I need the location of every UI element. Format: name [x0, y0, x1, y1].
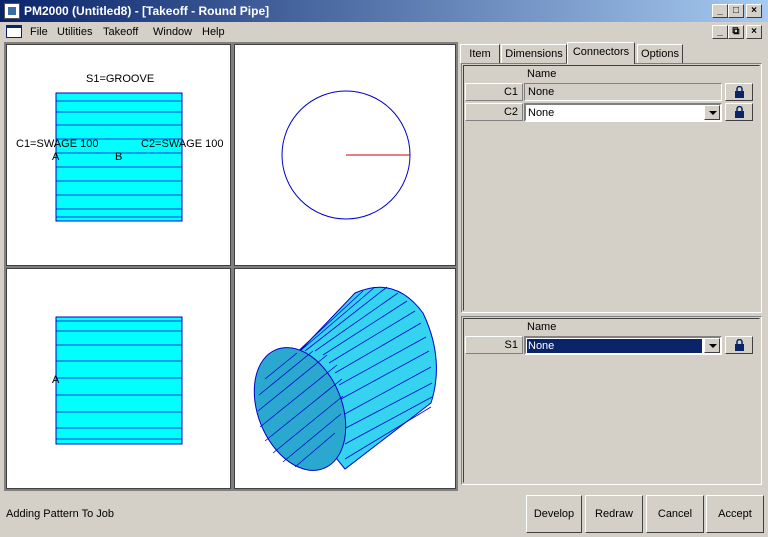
connector-row-label-c1: C1: [465, 83, 523, 101]
seam-s1-value: None: [527, 339, 702, 353]
lock-icon: [735, 86, 744, 98]
chevron-down-icon[interactable]: [704, 338, 720, 353]
document-icon[interactable]: [6, 25, 22, 38]
maximize-button[interactable]: □: [728, 4, 744, 18]
accept-button[interactable]: Accept: [706, 495, 764, 533]
menu-bar: File Utilities Takeoff Window Help _ ⧉ ×: [0, 22, 768, 42]
child-restore-button[interactable]: ⧉: [728, 25, 744, 39]
lock-icon: [735, 106, 744, 118]
side-point-a-label: A: [52, 374, 60, 386]
connectors-panel-inner: [463, 65, 760, 311]
status-bar: Adding Pattern To Job: [0, 493, 524, 537]
end-view-pane[interactable]: [234, 44, 456, 266]
s1-label: S1=GROOVE: [86, 73, 155, 85]
menu-window[interactable]: Window: [151, 22, 194, 42]
seams-name-header: Name: [527, 321, 557, 333]
front-view-pane[interactable]: S1=GROOVE C1=SWAGE 100 C2=SWAGE 100 A B: [6, 44, 231, 266]
drawing-area: S1=GROOVE C1=SWAGE 100 C2=SWAGE 100 A B: [4, 42, 458, 491]
redraw-button[interactable]: Redraw: [585, 495, 643, 533]
point-a-label: A: [52, 151, 60, 163]
menu-takeoff[interactable]: Takeoff: [101, 22, 140, 42]
connector-c1-lock-button[interactable]: [725, 83, 753, 101]
menu-utilities[interactable]: Utilities: [55, 22, 94, 42]
title-bar: PM2000 (Untitled8) - [Takeoff - Round Pi…: [0, 0, 768, 22]
connectors-name-header: Name: [527, 68, 557, 80]
property-tabs: Item Dimensions Connectors Options: [459, 42, 764, 64]
seams-panel: Name S1 None: [461, 316, 762, 485]
side-pipe-body: [55, 316, 183, 445]
seam-s1-lock-button[interactable]: [725, 336, 753, 354]
minimize-button[interactable]: _: [712, 4, 728, 18]
c2-label: C2=SWAGE 100: [141, 138, 224, 150]
child-minimize-button[interactable]: _: [712, 25, 728, 39]
tab-item[interactable]: Item: [460, 44, 500, 63]
develop-button[interactable]: Develop: [526, 495, 582, 533]
c1-label: C1=SWAGE 100: [16, 138, 99, 150]
menu-file[interactable]: File: [28, 22, 50, 42]
tab-dimensions[interactable]: Dimensions: [501, 44, 567, 63]
tab-connectors[interactable]: Connectors: [567, 42, 635, 64]
connector-c2-lock-button[interactable]: [725, 103, 753, 121]
side-view-drawing: [55, 316, 183, 445]
point-b-label: B: [115, 151, 123, 163]
isometric-view-pane[interactable]: [234, 268, 456, 489]
chevron-down-icon[interactable]: [704, 105, 720, 120]
end-view-drawing: [281, 90, 411, 220]
child-close-button[interactable]: ×: [746, 25, 762, 39]
connector-row-label-c2: C2: [465, 103, 523, 121]
connector-c2-value: None: [528, 107, 555, 119]
seam-s1-select[interactable]: None: [524, 336, 722, 355]
tab-options[interactable]: Options: [637, 44, 683, 63]
lock-icon: [735, 339, 744, 351]
window-title: PM2000 (Untitled8) - [Takeoff - Round Pi…: [24, 4, 270, 18]
connectors-panel: Name C1 None C2 None: [461, 63, 762, 313]
seam-row-label-s1: S1: [465, 336, 523, 354]
side-view-pane[interactable]: A: [6, 268, 231, 489]
connector-c1-value[interactable]: None: [524, 83, 722, 101]
menu-help[interactable]: Help: [200, 22, 227, 42]
status-text: Adding Pattern To Job: [6, 508, 115, 520]
close-button[interactable]: ×: [746, 4, 762, 18]
connector-c2-select[interactable]: None: [524, 103, 722, 122]
isometric-view-drawing: [253, 286, 437, 471]
cancel-button[interactable]: Cancel: [646, 495, 704, 533]
app-icon[interactable]: [4, 3, 20, 19]
